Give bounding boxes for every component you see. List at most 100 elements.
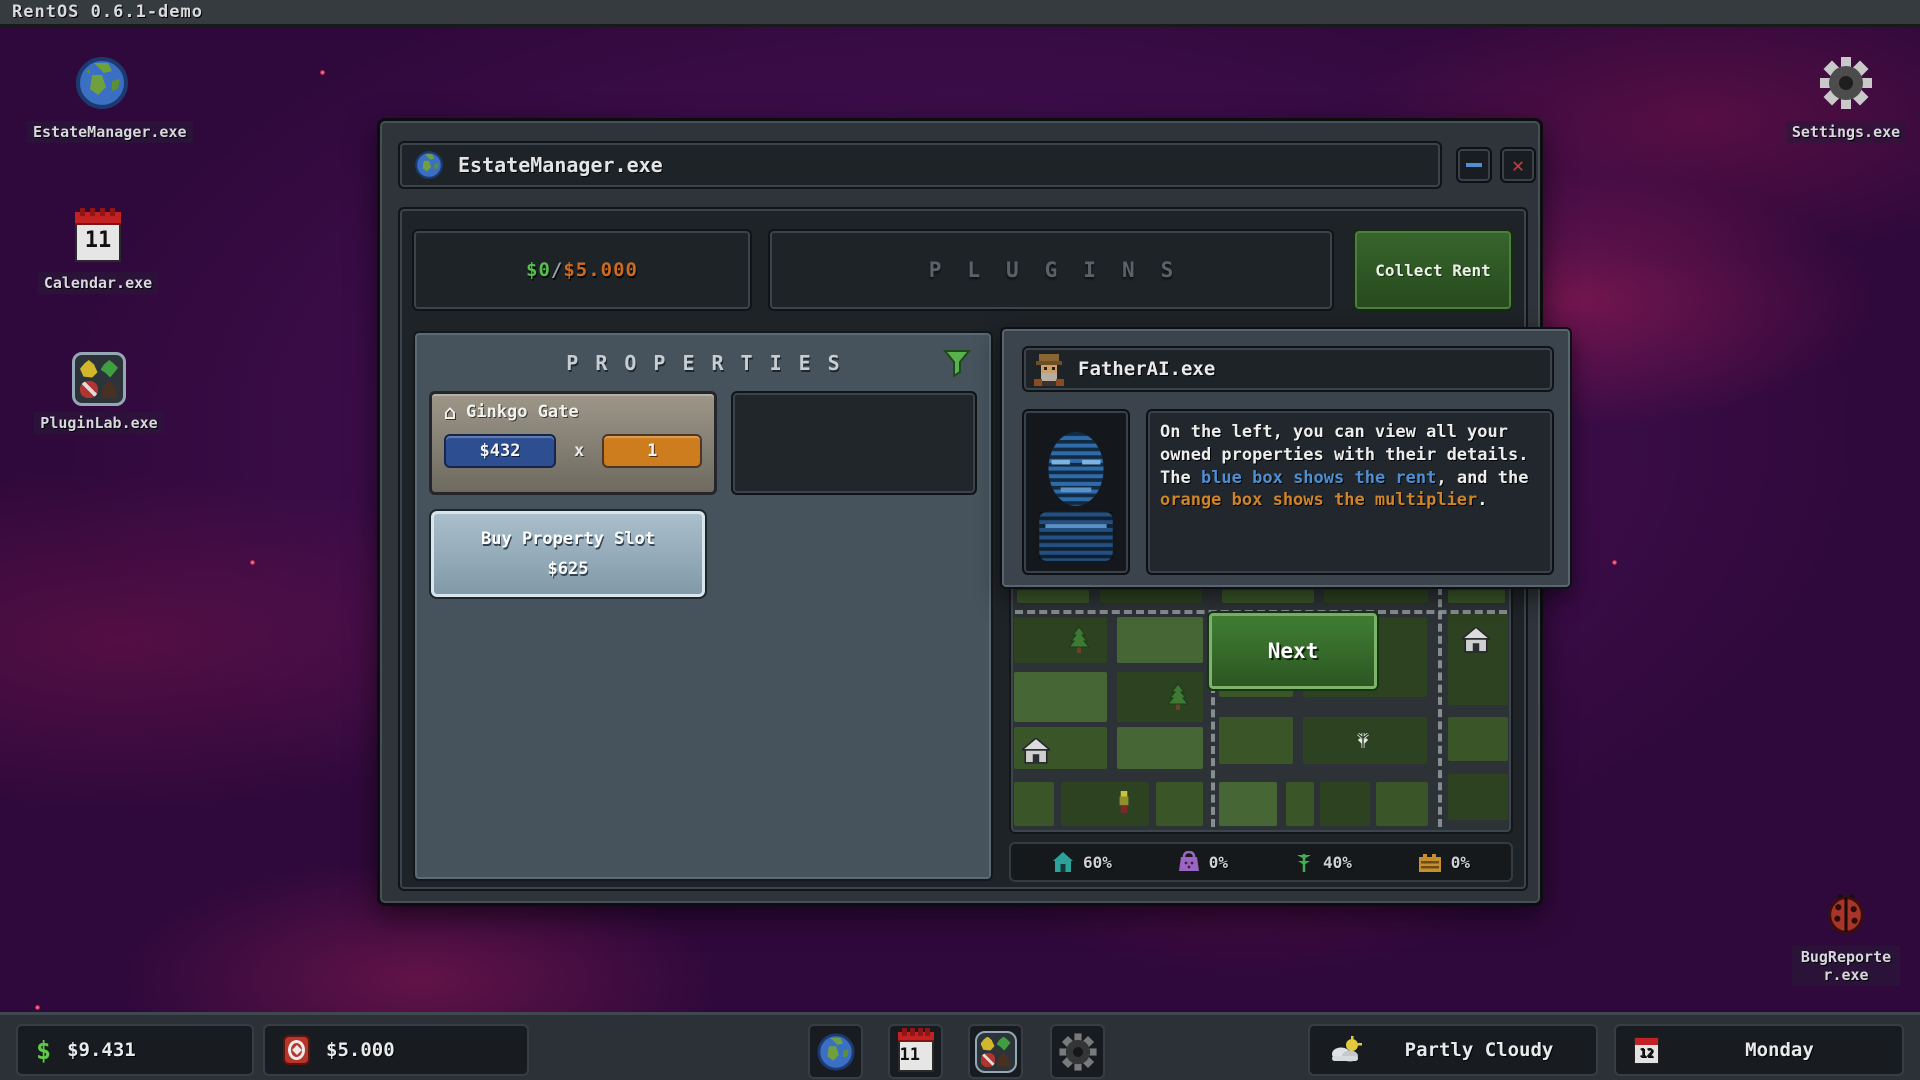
calendar-icon: 11: [75, 212, 121, 262]
window-titlebar[interactable]: EstateManager.exe: [398, 141, 1442, 189]
dollar-icon: $: [36, 1036, 51, 1065]
os-title: RentOS 0.6.1-demo: [12, 2, 203, 22]
mini-calendar-icon: 12: [1634, 1037, 1659, 1064]
taskbar-weather-widget: Partly Cloudy: [1308, 1024, 1598, 1076]
desktop-icon-label: EstateManager.exe: [27, 121, 193, 143]
desktop-icon-calendar[interactable]: 11 Calendar.exe: [23, 212, 173, 294]
dialog-title: FatherAI.exe: [1078, 358, 1215, 380]
money-goal: $5.000: [563, 259, 638, 281]
property-card-grid: ⌂ Ginkgo Gate $432 x 1: [429, 391, 977, 495]
weather-label: Partly Cloudy: [1380, 1039, 1578, 1061]
map-block[interactable]: [1061, 782, 1149, 826]
map-block[interactable]: [1448, 614, 1509, 705]
desktop-icon-bugreporter[interactable]: BugReporter.exe: [1771, 890, 1920, 986]
map-block[interactable]: [1117, 672, 1204, 721]
hologram-portrait: [1022, 409, 1130, 575]
gear-icon: [1058, 1032, 1098, 1072]
map-block[interactable]: [1014, 782, 1054, 826]
map-block[interactable]: [1100, 590, 1203, 603]
target-icon: [283, 1035, 310, 1065]
plant-icon: [1294, 851, 1314, 873]
desktop-icon-label: Calendar.exe: [38, 272, 158, 294]
dialog-titlebar[interactable]: FatherAI.exe: [1022, 346, 1554, 392]
stat-value: 0%: [1451, 853, 1470, 872]
calendar-day-number: 11: [77, 228, 119, 253]
buy-slot-price: $625: [548, 559, 589, 579]
stat-value: 0%: [1209, 853, 1228, 872]
taskbar-money-display: $ $9.431: [16, 1024, 254, 1076]
desktop-icon-label: PluginLab.exe: [34, 412, 163, 434]
desktop-icon-estatemanager[interactable]: EstateManager.exe: [27, 55, 177, 143]
stat-value: 40%: [1323, 853, 1352, 872]
minimize-button[interactable]: [1456, 147, 1492, 183]
map-block[interactable]: [1014, 617, 1107, 663]
desktop-icon-pluginlab[interactable]: PluginLab.exe: [24, 352, 174, 434]
map-block[interactable]: [1448, 590, 1506, 603]
taskbar-app-calendar[interactable]: 11: [888, 1024, 943, 1079]
message-part-rent: blue box shows the rent: [1201, 468, 1436, 488]
day-label: Monday: [1675, 1039, 1884, 1061]
multiplier-chip[interactable]: 1: [602, 434, 702, 468]
stat-value: 60%: [1083, 853, 1112, 872]
taskbar-money-value: $9.431: [67, 1039, 136, 1061]
map-block[interactable]: [1014, 727, 1107, 769]
collect-rent-button[interactable]: Collect Rent: [1353, 229, 1513, 311]
desktop: RentOS 0.6.1-demo EstateManager.exe 11 C…: [0, 0, 1920, 1080]
map-block[interactable]: [1219, 782, 1277, 826]
rent-value-chip[interactable]: $432: [444, 434, 556, 468]
map-block[interactable]: [1017, 590, 1089, 603]
map-block[interactable]: [1219, 717, 1293, 764]
house-icon: [1052, 851, 1074, 873]
os-titlebar: RentOS 0.6.1-demo: [0, 0, 1920, 27]
close-button[interactable]: ✕: [1500, 147, 1536, 183]
shop-icon: [1178, 851, 1200, 873]
properties-panel: PROPERTIES ⌂ Ginkgo Gate $4: [413, 331, 993, 881]
map-block[interactable]: [1117, 727, 1204, 769]
dashed-road-vertical: [1438, 587, 1442, 827]
map-block[interactable]: [1286, 782, 1314, 826]
message-part: .: [1477, 490, 1487, 510]
map-block[interactable]: [1156, 782, 1203, 826]
map-block[interactable]: [1324, 590, 1428, 603]
map-block[interactable]: [1014, 672, 1107, 721]
desktop-icon-settings[interactable]: Settings.exe: [1771, 55, 1920, 143]
rent-goal-display: $0/$5.000: [412, 229, 752, 311]
calendar-day-number: 11: [900, 1045, 932, 1065]
property-card-ginkgo-gate[interactable]: ⌂ Ginkgo Gate $432 x 1: [429, 391, 717, 495]
multiply-sign: x: [574, 441, 584, 461]
taskbar-app-settings[interactable]: [1050, 1024, 1105, 1079]
collect-rent-label: Collect Rent: [1375, 261, 1491, 280]
map-block[interactable]: [1320, 782, 1370, 826]
next-label: Next: [1268, 639, 1319, 663]
taskbar-goal-display: $5.000: [263, 1024, 529, 1076]
fatherai-portrait-icon: [1032, 352, 1066, 386]
plugins-label: PLUGINS: [903, 258, 1200, 282]
properties-title: PROPERTIES: [549, 351, 856, 375]
fatherai-dialog: FatherAI.exe On the left, you can view a…: [1000, 327, 1572, 589]
taskbar-app-estatemanager[interactable]: [808, 1024, 863, 1079]
house-icon: ⌂: [444, 402, 456, 422]
stat-nature: 40%: [1294, 851, 1352, 873]
stat-commercial: 0%: [1178, 851, 1228, 873]
pluginlab-icon: [72, 352, 126, 406]
minimize-icon: [1466, 163, 1482, 167]
empty-property-slot: [731, 391, 977, 495]
buy-property-slot-button[interactable]: Buy Property Slot $625: [429, 509, 707, 599]
map-block[interactable]: [1448, 717, 1509, 761]
map-block[interactable]: [1376, 782, 1428, 826]
money-separator: /: [551, 259, 563, 281]
map-block[interactable]: [1117, 617, 1204, 663]
pluginlab-icon: [975, 1031, 1017, 1073]
map-block[interactable]: [1222, 590, 1315, 603]
taskbar-app-pluginlab[interactable]: [968, 1024, 1023, 1079]
property-name: Ginkgo Gate: [466, 402, 579, 422]
close-icon: ✕: [1512, 155, 1524, 175]
map-block[interactable]: [1448, 774, 1509, 820]
taskbar-goal-value: $5.000: [326, 1039, 395, 1061]
filter-funnel-icon[interactable]: [943, 349, 971, 377]
globe-icon: [414, 150, 444, 180]
dialog-message: On the left, you can view all your owned…: [1146, 409, 1554, 575]
tutorial-next-button[interactable]: Next: [1207, 611, 1379, 691]
map-block[interactable]: [1303, 717, 1428, 764]
partly-cloudy-icon: [1328, 1036, 1364, 1064]
